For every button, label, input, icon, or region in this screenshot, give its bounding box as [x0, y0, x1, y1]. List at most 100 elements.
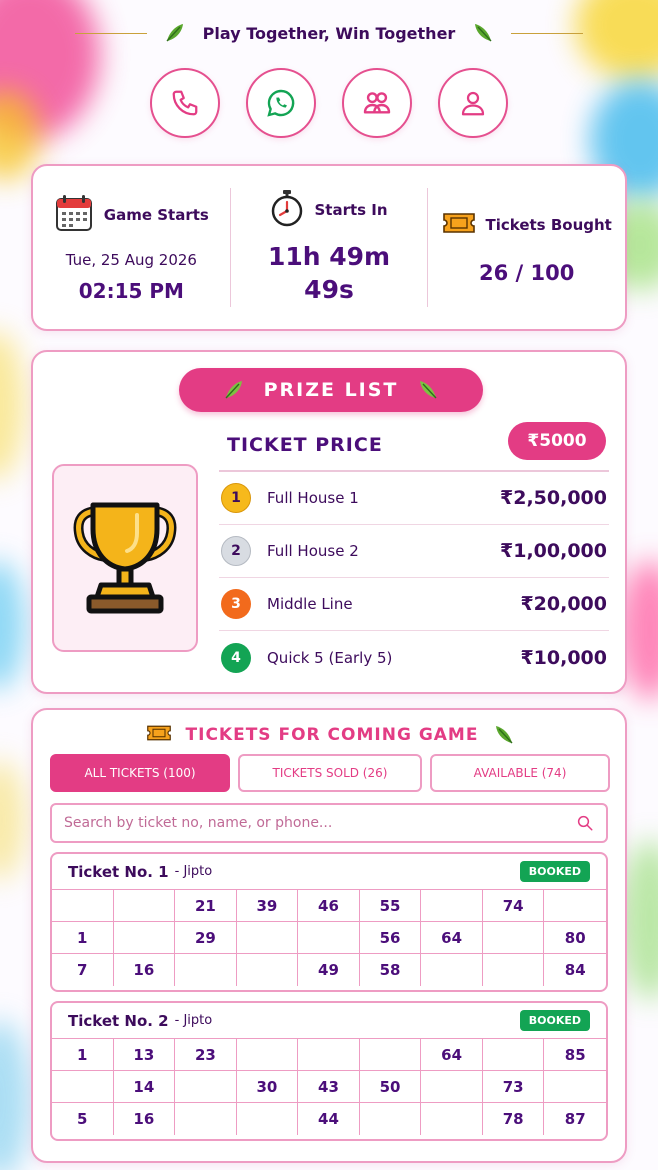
- prize-row: 2 Full House 2 ₹1,00,000: [219, 525, 609, 578]
- game-starts-label: Game Starts: [103, 205, 209, 224]
- ticket-cell: [298, 922, 360, 954]
- calendar-icon: [54, 193, 94, 237]
- ticket-cell: 43: [298, 1071, 360, 1103]
- ticket-cell: 30: [236, 1071, 299, 1103]
- ticket-cell: [175, 954, 237, 986]
- ticket-cell: [421, 1103, 483, 1135]
- action-buttons: [150, 68, 508, 138]
- prize-name: Quick 5 (Early 5): [267, 648, 393, 667]
- stopwatch-icon: [270, 189, 304, 231]
- ticket-cell: 7: [52, 954, 114, 986]
- tab-available[interactable]: AVAILABLE (74): [430, 754, 610, 792]
- whatsapp-button[interactable]: [246, 68, 316, 138]
- ticket-cell: [360, 1103, 422, 1135]
- divider: [511, 32, 584, 34]
- ticket-cell: 64: [421, 922, 483, 954]
- ticket-cell: 5: [52, 1103, 114, 1135]
- ticket-icon: [146, 724, 172, 747]
- ticket-cell: [421, 890, 483, 922]
- ticket-icon: [442, 211, 476, 239]
- ticket-cell: 14: [113, 1071, 176, 1103]
- rank-badge: 4: [221, 642, 251, 673]
- countdown-timer: 11h 49m 49s: [268, 241, 390, 306]
- rank-badge: 3: [221, 589, 251, 619]
- ticket-cell: 58: [360, 954, 422, 986]
- ticket-cell: [544, 890, 606, 922]
- prize-amount: ₹20,000: [520, 593, 607, 615]
- ticket-cell: [237, 1103, 299, 1135]
- trophy-icon: [73, 502, 177, 614]
- ticket-cell: [236, 1039, 299, 1071]
- ticket-cell: [359, 1039, 422, 1071]
- ticket-cell: 80: [544, 922, 606, 954]
- ticket-number: Ticket No. 1: [68, 862, 169, 881]
- prize-name: Full House 1: [267, 489, 359, 507]
- ticket-cell: 64: [421, 1039, 483, 1071]
- tab-tickets-sold[interactable]: TICKETS SOLD (26): [238, 754, 422, 792]
- ticket-cell: 84: [564, 961, 586, 979]
- leaf-icon: [222, 378, 246, 402]
- leaf-icon: [492, 723, 516, 747]
- ticket-price-badge: ₹5000: [508, 422, 606, 460]
- ticket-cell: [175, 1071, 237, 1103]
- prize-row: 3 Middle Line ₹20,000: [219, 578, 609, 631]
- tickets-section-title: TICKETS FOR COMING GAME: [185, 725, 479, 745]
- ticket-cell: 50: [359, 1071, 422, 1103]
- ticket-cell: 46: [298, 890, 360, 922]
- search-input[interactable]: [64, 815, 576, 831]
- tab-all-tickets[interactable]: ALL TICKETS (100): [50, 754, 230, 792]
- ticket-grid: 1 13 23 64 85 14 30 43 50 73 5 16 44 78 87: [52, 1039, 606, 1135]
- leaf-icon: [163, 21, 187, 45]
- prize-amount: ₹10,000: [520, 646, 607, 669]
- ticket-cell: 55: [359, 890, 422, 922]
- ticket-cell: 1: [52, 922, 114, 954]
- ticket-owner: - Jipto: [174, 1013, 213, 1028]
- ticket-cell: 85: [544, 1039, 606, 1071]
- profile-button[interactable]: [438, 68, 508, 138]
- ticket-cell: 16: [114, 954, 176, 986]
- ticket-owner: - Jipto: [174, 864, 213, 879]
- ticket-cell: 16: [114, 1103, 176, 1135]
- prize-name: Middle Line: [267, 595, 353, 613]
- prize-list-card: PRIZE LIST TICKET PRICE ₹5000 1 Full Hou…: [31, 350, 627, 694]
- ticket-card[interactable]: Ticket No. 1 - Jipto BOOKED 21 39 46 55 74 1 2…: [50, 852, 608, 992]
- ticket-cell: [482, 1039, 545, 1071]
- group-icon: [363, 92, 391, 114]
- ticket-cell: [482, 922, 545, 954]
- game-date: Tue, 25 Aug 2026: [65, 250, 197, 269]
- tickets-bought-label: Tickets Bought: [485, 215, 612, 234]
- prize-row: 1 Full House 1 ₹2,50,000: [219, 472, 609, 525]
- ticket-cell: [175, 1103, 237, 1135]
- whatsapp-icon: [267, 89, 295, 117]
- prize-list-title: PRIZE LIST: [263, 379, 399, 401]
- countdown-seconds: 49s: [304, 274, 354, 304]
- leaf-icon: [471, 21, 495, 45]
- ticket-price-label: TICKET PRICE: [227, 434, 383, 456]
- ticket-cell: 44: [298, 1103, 360, 1135]
- ticket-cell: [52, 890, 114, 922]
- ticket-cell: 29: [175, 922, 237, 954]
- ticket-cell: [236, 922, 299, 954]
- ticket-cell: 13: [113, 1039, 176, 1071]
- ticket-cell: 1: [52, 1039, 114, 1071]
- ticket-cell: [544, 1071, 606, 1103]
- game-info-card: Game Starts Tue, 25 Aug 2026 02:15 PM St…: [31, 164, 627, 331]
- call-button[interactable]: [150, 68, 220, 138]
- search-icon[interactable]: [576, 814, 594, 832]
- group-button[interactable]: [342, 68, 412, 138]
- prize-row: 4 Quick 5 (Early 5) ₹10,000: [219, 631, 609, 684]
- status-badge: BOOKED: [519, 1010, 590, 1031]
- game-time: 02:15 PM: [78, 278, 184, 303]
- tickets-bought-block: Tickets Bought 26 / 100: [428, 166, 625, 329]
- status-badge: BOOKED: [519, 861, 590, 882]
- ticket-cell: [113, 890, 176, 922]
- starts-in-block: Starts In 11h 49m 49s: [231, 166, 428, 329]
- app: Play Together, Win Together Game Starts: [0, 0, 658, 1170]
- page-title: Play Together, Win Together: [202, 23, 456, 43]
- tickets-card: TICKETS FOR COMING GAME ALL TICKETS (100…: [31, 708, 627, 1163]
- phone-icon: [172, 90, 198, 116]
- starts-in-label: Starts In: [314, 201, 388, 219]
- prize-name: Full House 2: [267, 542, 359, 560]
- ticket-cell: [298, 1039, 360, 1071]
- ticket-card[interactable]: Ticket No. 2 - Jipto BOOKED 1 13 23 64 85 14 3…: [50, 1001, 608, 1141]
